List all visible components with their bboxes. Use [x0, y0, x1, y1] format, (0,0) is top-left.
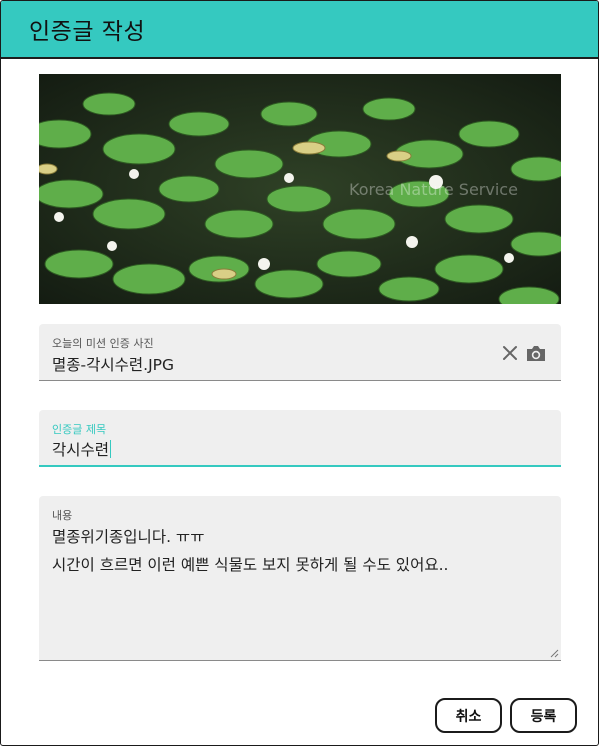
- mission-photo: Korea Nature Service: [39, 74, 561, 304]
- dialog-title: 인증글 작성: [29, 19, 146, 45]
- content-line-1: 멸종위기종입니다. ㅠㅠ: [52, 528, 205, 546]
- close-icon[interactable]: [499, 342, 521, 364]
- photo-file-field[interactable]: 오늘의 미션 인증 사진 멸종-각시수련.JPG: [39, 324, 561, 381]
- content-field[interactable]: 내용 멸종위기종입니다. ㅠㅠ 시간이 흐르면 이런 예쁜 식물도 보지 못하게…: [39, 496, 561, 661]
- post-title-label: 인증글 제목: [52, 423, 107, 436]
- post-dialog: 인증글 작성 Korea Nature Service 오늘의 미션 인증 사진…: [0, 0, 599, 746]
- photo-file-value: 멸종-각시수련.JPG: [52, 356, 175, 374]
- water-lily-photo: Korea Nature Service: [39, 74, 561, 304]
- content-line-2: 시간이 흐르면 이런 예쁜 식물도 보지 못하게 될 수도 있어요..: [52, 556, 449, 574]
- submit-button[interactable]: 등록: [510, 698, 577, 733]
- dialog-header: 인증글 작성: [1, 1, 598, 59]
- photo-watermark: Korea Nature Service: [349, 180, 518, 199]
- post-title-input[interactable]: 각시수련: [52, 438, 112, 460]
- resize-handle-icon[interactable]: [549, 648, 559, 658]
- photo-file-label: 오늘의 미션 인증 사진: [52, 337, 154, 350]
- camera-icon[interactable]: [525, 342, 547, 364]
- cancel-button[interactable]: 취소: [435, 698, 502, 733]
- post-title-field[interactable]: 인증글 제목 각시수련: [39, 410, 561, 467]
- content-label: 내용: [52, 509, 73, 522]
- text-cursor: [110, 440, 112, 458]
- post-title-text: 각시수련: [52, 441, 110, 459]
